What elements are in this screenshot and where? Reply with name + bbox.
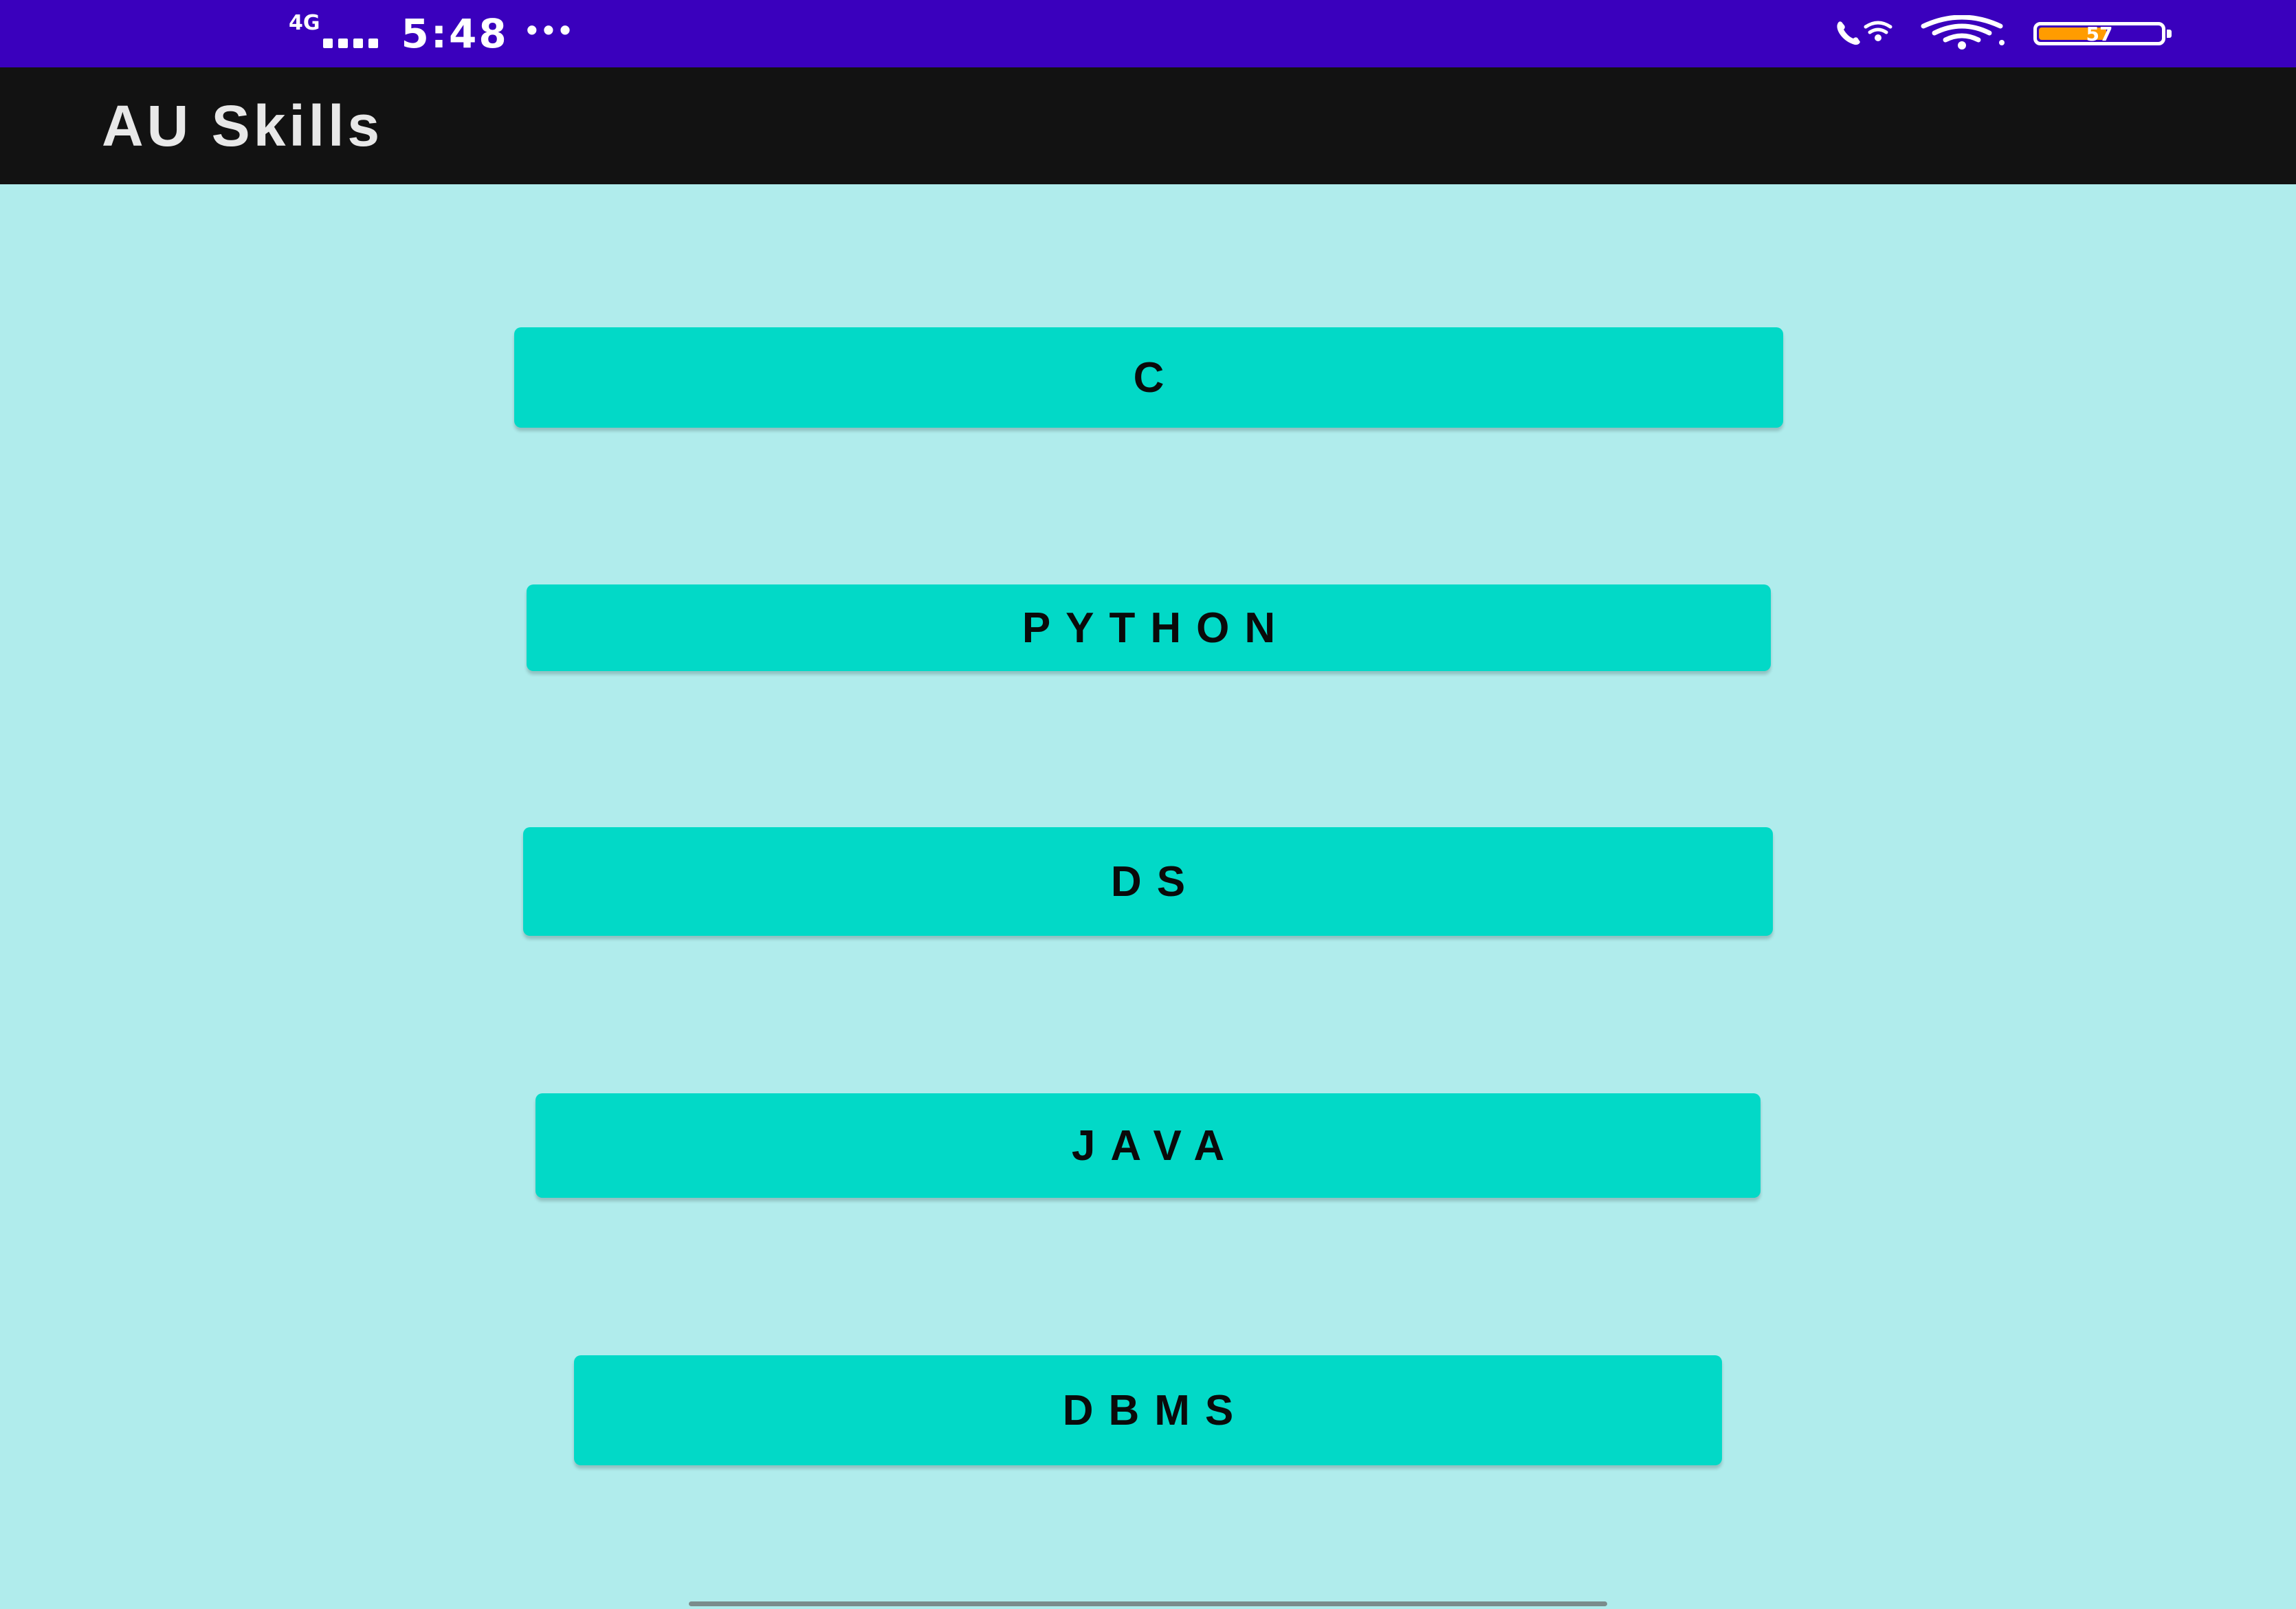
home-indicator[interactable] [689,1601,1607,1606]
network-type-label: 4G [289,10,320,35]
wifi-icon [1919,14,2009,53]
battery-level-label: 57 [2086,23,2113,45]
status-time: 5:48 [401,10,509,57]
java-button[interactable]: JAVA [536,1093,1760,1198]
status-bar-right: 57 [1833,0,2172,67]
battery-tip [2167,30,2172,38]
python-button[interactable]: PYTHON [527,584,1771,671]
battery-icon: 57 [2033,22,2172,45]
c-button[interactable]: C [514,327,1783,428]
app-bar: AU Skills [0,67,2296,184]
app-title: AU Skills [102,94,384,158]
status-bar-left: 4G 5:48 ••• [289,0,576,67]
signal-bars-icon [322,14,378,54]
ds-button[interactable]: DS [523,827,1773,936]
status-bar: 4G 5:48 ••• 57 [0,0,2296,67]
wifi-calling-icon [1833,17,1895,51]
notification-overflow-icon: ••• [526,12,577,47]
dbms-button[interactable]: DBMS [574,1355,1722,1465]
